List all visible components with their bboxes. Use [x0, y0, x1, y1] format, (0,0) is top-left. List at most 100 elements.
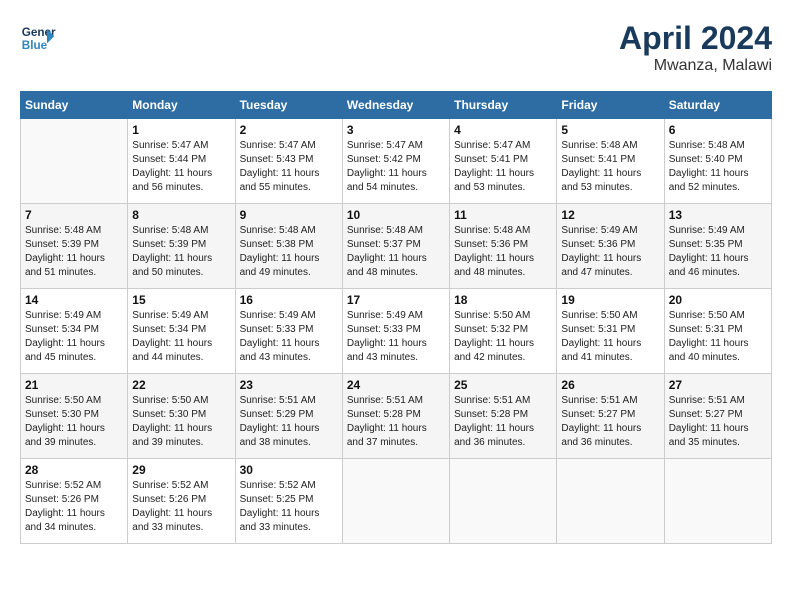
day-info: Sunrise: 5:49 AM Sunset: 5:35 PM Dayligh…	[669, 224, 767, 280]
column-header-saturday: Saturday	[664, 92, 771, 119]
day-number: 14	[25, 293, 123, 307]
day-info: Sunrise: 5:51 AM Sunset: 5:29 PM Dayligh…	[240, 394, 338, 450]
column-header-tuesday: Tuesday	[235, 92, 342, 119]
day-info: Sunrise: 5:47 AM Sunset: 5:43 PM Dayligh…	[240, 139, 338, 195]
day-info: Sunrise: 5:47 AM Sunset: 5:44 PM Dayligh…	[132, 139, 230, 195]
day-number: 23	[240, 378, 338, 392]
calendar-cell: 25 Sunrise: 5:51 AM Sunset: 5:28 PM Dayli…	[450, 374, 557, 459]
day-number: 13	[669, 208, 767, 222]
calendar-cell: 17Sunrise: 5:49 AM Sunset: 5:33 PM Dayli…	[342, 289, 449, 374]
day-info: Sunrise: 5:52 AM Sunset: 5:26 PM Dayligh…	[132, 479, 230, 535]
column-header-thursday: Thursday	[450, 92, 557, 119]
calendar-cell: 19 Sunrise: 5:50 AM Sunset: 5:31 PM Dayli…	[557, 289, 664, 374]
day-number: 15	[132, 293, 230, 307]
calendar-cell: 5Sunrise: 5:48 AM Sunset: 5:41 PM Daylig…	[557, 119, 664, 204]
calendar-cell: 2 Sunrise: 5:47 AM Sunset: 5:43 PM Daylig…	[235, 119, 342, 204]
day-info: Sunrise: 5:48 AM Sunset: 5:39 PM Dayligh…	[132, 224, 230, 280]
day-number: 4	[454, 123, 552, 137]
calendar-cell: 7 Sunrise: 5:48 AM Sunset: 5:39 PM Daylig…	[21, 204, 128, 289]
day-number: 30	[240, 463, 338, 477]
day-info: Sunrise: 5:51 AM Sunset: 5:28 PM Dayligh…	[347, 394, 445, 450]
day-info: Sunrise: 5:48 AM Sunset: 5:38 PM Dayligh…	[240, 224, 338, 280]
calendar-cell: 18 Sunrise: 5:50 AM Sunset: 5:32 PM Dayli…	[450, 289, 557, 374]
month-title: April 2024	[619, 20, 772, 57]
calendar-cell: 28Sunrise: 5:52 AM Sunset: 5:26 PM Dayli…	[21, 459, 128, 544]
day-number: 9	[240, 208, 338, 222]
day-number: 27	[669, 378, 767, 392]
calendar-cell: 4 Sunrise: 5:47 AM Sunset: 5:41 PM Daylig…	[450, 119, 557, 204]
day-number: 26	[561, 378, 659, 392]
day-info: Sunrise: 5:51 AM Sunset: 5:28 PM Dayligh…	[454, 394, 552, 450]
day-number: 21	[25, 378, 123, 392]
column-header-friday: Friday	[557, 92, 664, 119]
day-number: 2	[240, 123, 338, 137]
calendar-cell: 24 Sunrise: 5:51 AM Sunset: 5:28 PM Dayli…	[342, 374, 449, 459]
calendar-cell: 9 Sunrise: 5:48 AM Sunset: 5:38 PM Daylig…	[235, 204, 342, 289]
calendar-week-row: 7 Sunrise: 5:48 AM Sunset: 5:39 PM Daylig…	[21, 204, 772, 289]
day-info: Sunrise: 5:48 AM Sunset: 5:40 PM Dayligh…	[669, 139, 767, 195]
day-number: 11	[454, 208, 552, 222]
calendar-cell: 8 Sunrise: 5:48 AM Sunset: 5:39 PM Daylig…	[128, 204, 235, 289]
day-number: 3	[347, 123, 445, 137]
day-info: Sunrise: 5:50 AM Sunset: 5:32 PM Dayligh…	[454, 309, 552, 365]
calendar-table: SundayMondayTuesdayWednesdayThursdayFrid…	[20, 91, 772, 544]
calendar-cell: 23 Sunrise: 5:51 AM Sunset: 5:29 PM Dayli…	[235, 374, 342, 459]
calendar-cell: 21 Sunrise: 5:50 AM Sunset: 5:30 PM Dayli…	[21, 374, 128, 459]
day-info: Sunrise: 5:49 AM Sunset: 5:33 PM Dayligh…	[240, 309, 338, 365]
day-number: 12	[561, 208, 659, 222]
logo-icon: General Blue	[20, 20, 56, 56]
day-info: Sunrise: 5:51 AM Sunset: 5:27 PM Dayligh…	[669, 394, 767, 450]
day-info: Sunrise: 5:48 AM Sunset: 5:41 PM Dayligh…	[561, 139, 659, 195]
day-number: 18	[454, 293, 552, 307]
calendar-cell	[342, 459, 449, 544]
day-number: 25	[454, 378, 552, 392]
day-number: 24	[347, 378, 445, 392]
calendar-cell: 1 Sunrise: 5:47 AM Sunset: 5:44 PM Daylig…	[128, 119, 235, 204]
logo: General Blue	[20, 20, 56, 56]
calendar-cell	[21, 119, 128, 204]
calendar-cell: 27 Sunrise: 5:51 AM Sunset: 5:27 PM Dayli…	[664, 374, 771, 459]
calendar-cell	[450, 459, 557, 544]
day-number: 28	[25, 463, 123, 477]
day-info: Sunrise: 5:47 AM Sunset: 5:42 PM Dayligh…	[347, 139, 445, 195]
calendar-cell: 20Sunrise: 5:50 AM Sunset: 5:31 PM Dayli…	[664, 289, 771, 374]
day-number: 7	[25, 208, 123, 222]
column-header-wednesday: Wednesday	[342, 92, 449, 119]
calendar-week-row: 14 Sunrise: 5:49 AM Sunset: 5:34 PM Dayli…	[21, 289, 772, 374]
day-info: Sunrise: 5:51 AM Sunset: 5:27 PM Dayligh…	[561, 394, 659, 450]
day-info: Sunrise: 5:48 AM Sunset: 5:39 PM Dayligh…	[25, 224, 123, 280]
day-info: Sunrise: 5:52 AM Sunset: 5:25 PM Dayligh…	[240, 479, 338, 535]
calendar-cell: 14 Sunrise: 5:49 AM Sunset: 5:34 PM Dayli…	[21, 289, 128, 374]
column-header-monday: Monday	[128, 92, 235, 119]
calendar-header-row: SundayMondayTuesdayWednesdayThursdayFrid…	[21, 92, 772, 119]
day-number: 1	[132, 123, 230, 137]
calendar-cell: 12Sunrise: 5:49 AM Sunset: 5:36 PM Dayli…	[557, 204, 664, 289]
day-number: 19	[561, 293, 659, 307]
calendar-cell	[664, 459, 771, 544]
day-info: Sunrise: 5:47 AM Sunset: 5:41 PM Dayligh…	[454, 139, 552, 195]
calendar-cell: 10 Sunrise: 5:48 AM Sunset: 5:37 PM Dayli…	[342, 204, 449, 289]
calendar-cell: 29 Sunrise: 5:52 AM Sunset: 5:26 PM Dayli…	[128, 459, 235, 544]
day-number: 10	[347, 208, 445, 222]
day-info: Sunrise: 5:50 AM Sunset: 5:30 PM Dayligh…	[132, 394, 230, 450]
day-info: Sunrise: 5:49 AM Sunset: 5:34 PM Dayligh…	[25, 309, 123, 365]
svg-text:Blue: Blue	[22, 39, 48, 52]
day-info: Sunrise: 5:50 AM Sunset: 5:30 PM Dayligh…	[25, 394, 123, 450]
day-info: Sunrise: 5:50 AM Sunset: 5:31 PM Dayligh…	[561, 309, 659, 365]
calendar-cell: 16Sunrise: 5:49 AM Sunset: 5:33 PM Dayli…	[235, 289, 342, 374]
calendar-cell: 15Sunrise: 5:49 AM Sunset: 5:34 PM Dayli…	[128, 289, 235, 374]
calendar-week-row: 21 Sunrise: 5:50 AM Sunset: 5:30 PM Dayli…	[21, 374, 772, 459]
calendar-cell: 3 Sunrise: 5:47 AM Sunset: 5:42 PM Daylig…	[342, 119, 449, 204]
location-subtitle: Mwanza, Malawi	[619, 57, 772, 75]
calendar-week-row: 28 Sunrise: 5:52 AM Sunset: 5:26 PM Dayli…	[21, 459, 772, 544]
calendar-cell: 11Sunrise: 5:48 AM Sunset: 5:36 PM Dayli…	[450, 204, 557, 289]
day-number: 29	[132, 463, 230, 477]
calendar-week-row: 1 Sunrise: 5:47 AM Sunset: 5:44 PM Daylig…	[21, 119, 772, 204]
day-number: 6	[669, 123, 767, 137]
day-number: 22	[132, 378, 230, 392]
day-info: Sunrise: 5:48 AM Sunset: 5:37 PM Dayligh…	[347, 224, 445, 280]
day-number: 17	[347, 293, 445, 307]
day-number: 8	[132, 208, 230, 222]
column-header-sunday: Sunday	[21, 92, 128, 119]
calendar-cell: 6 Sunrise: 5:48 AM Sunset: 5:40 PM Daylig…	[664, 119, 771, 204]
